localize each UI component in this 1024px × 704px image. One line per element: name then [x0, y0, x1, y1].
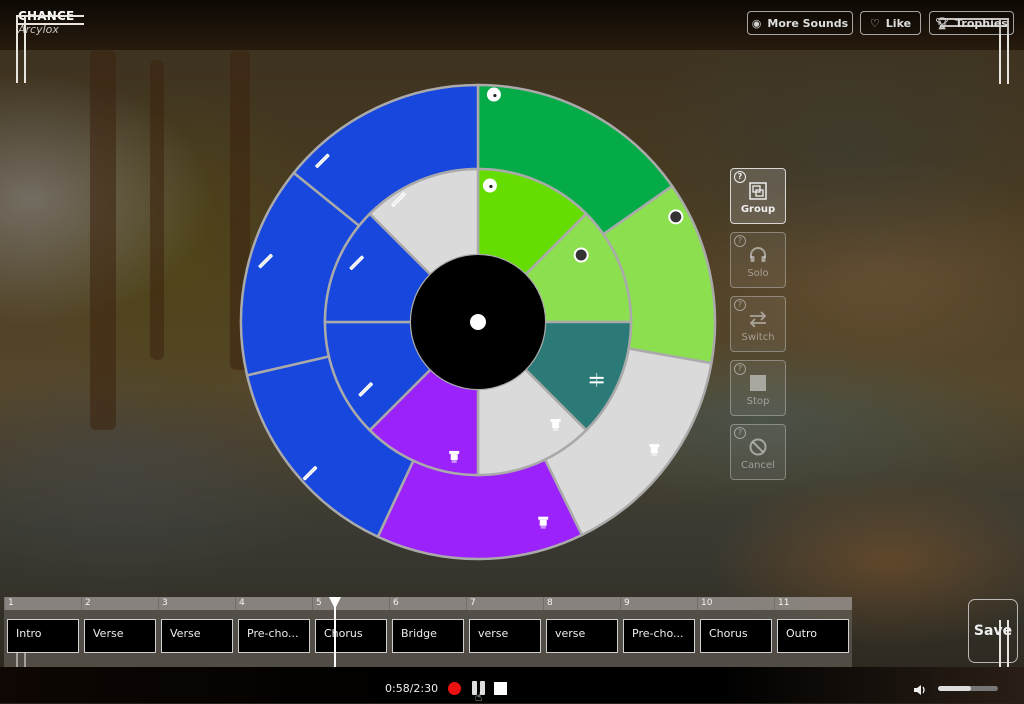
section-block[interactable]: Chorus	[315, 619, 387, 653]
group-button[interactable]: ? Group	[730, 168, 786, 224]
section-block[interactable]: verse	[469, 619, 541, 653]
ruler-tick: 1	[4, 597, 81, 610]
headphones-icon	[731, 245, 785, 265]
time-readout: 0:58/2:30	[385, 682, 439, 695]
timeline-ruler[interactable]: 1 2 3 4 5 6 7 8 9 10 11	[4, 597, 852, 610]
section-block[interactable]: Chorus	[700, 619, 772, 653]
transport-bar	[0, 667, 1024, 703]
record-button[interactable]	[448, 682, 461, 695]
side-panel: ? Group ? Solo ? Switch ? Stop ? Cancel	[730, 168, 786, 488]
ruler-tick: 8	[543, 597, 620, 610]
dot-marker-icon	[482, 178, 497, 193]
ruler-tick: 10	[697, 597, 774, 610]
group-label: Group	[740, 204, 776, 215]
solo-button[interactable]: ? Solo	[730, 232, 786, 288]
cancel-label: Cancel	[741, 460, 775, 471]
switch-icon	[731, 309, 785, 329]
ruler-tick: 7	[466, 597, 543, 610]
switch-button[interactable]: ? Switch	[730, 296, 786, 352]
solo-label: Solo	[747, 268, 769, 279]
dark-dot-marker-icon	[573, 247, 589, 263]
section-block[interactable]: Pre-cho...	[623, 619, 695, 653]
volume-icon[interactable]	[914, 681, 928, 700]
ruler-tick: 6	[389, 597, 466, 610]
dark-dot-marker-icon	[668, 209, 684, 225]
section-block[interactable]: Pre-cho...	[238, 619, 310, 653]
switch-label: Switch	[741, 332, 775, 343]
section-block[interactable]: Bridge	[392, 619, 464, 653]
section-block[interactable]: Verse	[161, 619, 233, 653]
stop-label: Stop	[746, 396, 770, 407]
cancel-icon	[731, 437, 785, 457]
transport-stop-button[interactable]	[494, 682, 507, 695]
section-block[interactable]: verse	[546, 619, 618, 653]
hand-cursor-icon: ☝︎	[475, 690, 483, 704]
section-block[interactable]: Verse	[84, 619, 156, 653]
section-block[interactable]: Intro	[7, 619, 79, 653]
stop-icon	[731, 373, 785, 393]
section-block[interactable]: Outro	[777, 619, 849, 653]
save-button[interactable]: Save	[968, 599, 1018, 663]
ruler-tick: 4	[235, 597, 312, 610]
ruler-tick: 5	[312, 597, 389, 610]
dot-marker-icon	[486, 87, 501, 102]
cancel-button[interactable]: ? Cancel	[730, 424, 786, 480]
group-icon	[731, 181, 785, 201]
playhead-handle[interactable]	[329, 597, 341, 609]
stop-button[interactable]: ? Stop	[730, 360, 786, 416]
volume-slider[interactable]	[938, 686, 998, 691]
ruler-tick: 11	[774, 597, 851, 610]
ruler-tick: 2	[81, 597, 158, 610]
ruler-tick: 9	[620, 597, 697, 610]
hub-center-dot	[470, 314, 486, 330]
ruler-tick: 3	[158, 597, 235, 610]
timeline: 1 2 3 4 5 6 7 8 9 10 11 Intro Verse Verse Pre-cho... C…	[4, 597, 852, 667]
volume-fill	[938, 686, 971, 691]
section-track: Intro Verse Verse Pre-cho... Chorus Bridge ver…	[4, 610, 852, 667]
